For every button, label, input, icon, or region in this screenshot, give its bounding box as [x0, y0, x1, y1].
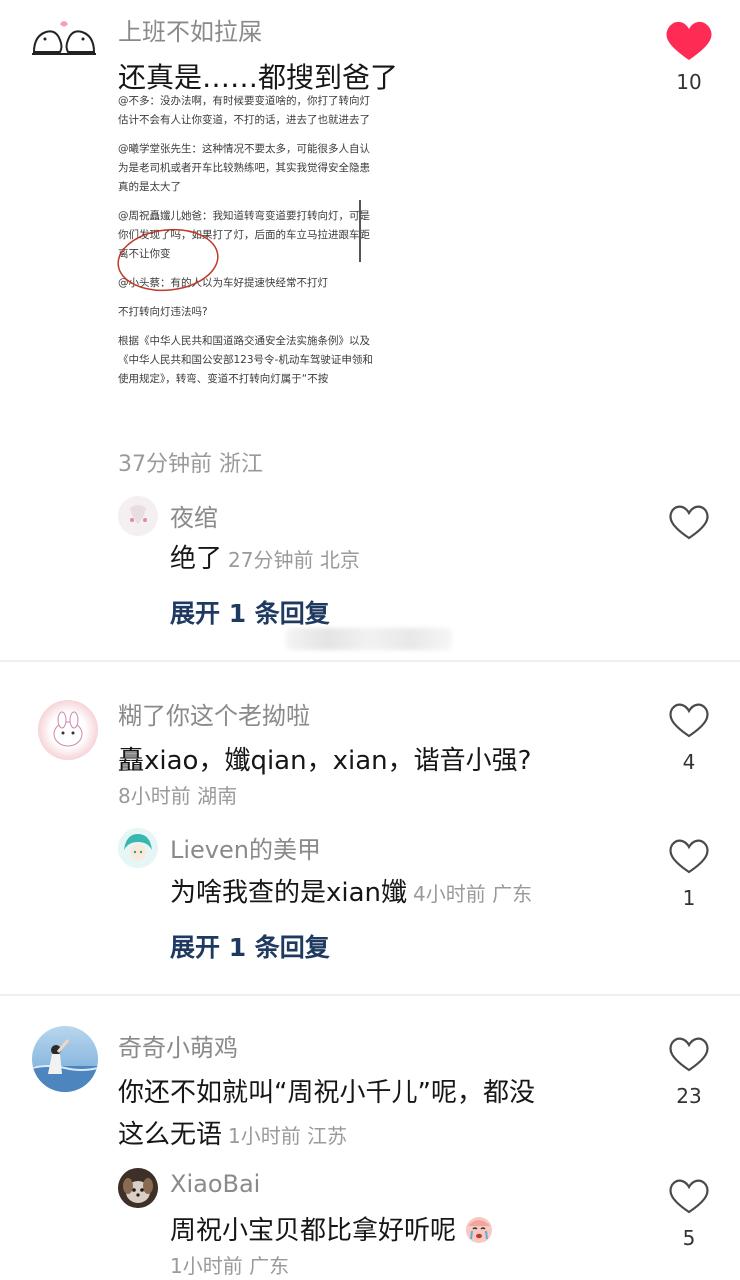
- comment-text-row: 这么无语 1小时前 江苏: [118, 1114, 347, 1151]
- heart-outline-icon: [669, 839, 709, 874]
- blurred-watermark: [286, 628, 452, 650]
- reply-meta: 27分钟前 北京: [228, 548, 360, 572]
- like-button[interactable]: 10: [659, 18, 719, 98]
- reply-username[interactable]: Lieven的美甲: [170, 830, 321, 865]
- comment-username[interactable]: 奇奇小萌鸡: [118, 1028, 238, 1063]
- reply-text: 绝了: [170, 544, 223, 574]
- crying-emoji-icon: [466, 1217, 493, 1243]
- divider: [0, 994, 740, 996]
- reply-username[interactable]: 夜绾: [170, 498, 218, 533]
- like-count: 5: [682, 1226, 696, 1250]
- heart-outline-icon: [669, 703, 709, 738]
- expand-replies-button[interactable]: 展开 1 条回复: [170, 594, 330, 630]
- like-count: 23: [676, 1084, 702, 1108]
- expand-replies-button[interactable]: 展开 1 条回复: [170, 928, 330, 964]
- comment-username[interactable]: 上班不如拉屎: [118, 12, 262, 47]
- comment-username[interactable]: 糊了你这个老拗啦: [118, 696, 310, 731]
- comment-meta: 37分钟前 浙江: [118, 452, 263, 477]
- vertical-mark: [359, 200, 361, 262]
- like-button[interactable]: [659, 502, 719, 542]
- reply-text-row: 周祝小宝贝都比拿好听呢: [170, 1210, 494, 1247]
- avatar[interactable]: [38, 700, 98, 760]
- red-circle-annotation: [117, 228, 219, 292]
- image-text-line: @曦学堂张先生：这种情况不要太多，可能很多人自认为是老司机或者开车比较熟练吧，其…: [118, 143, 370, 193]
- heart-outline-icon: [669, 505, 709, 540]
- like-button[interactable]: 1: [659, 836, 719, 910]
- comment-meta: 1小时前 江苏: [228, 1124, 348, 1148]
- reply-meta: 1小时前 广东: [170, 1254, 290, 1278]
- avatar[interactable]: [30, 14, 98, 60]
- image-text-line: 不打转向灯违法吗?: [118, 306, 208, 318]
- avatar[interactable]: [118, 496, 158, 536]
- comment-text: 还真是……都搜到爸了: [118, 61, 399, 94]
- comment-text: 矗xiao，孅qian，xian，谐音小强?: [118, 746, 532, 776]
- like-button[interactable]: 4: [659, 700, 719, 774]
- reply-text-row: 绝了 27分钟前 北京: [170, 538, 360, 575]
- heart-outline-icon: [669, 1037, 709, 1072]
- avatar[interactable]: [32, 1026, 98, 1092]
- image-text-line: @不多：没办法啊，有时候要变道啥的，你打了转向灯估计不会有人让你变道，不打的话，…: [118, 95, 370, 126]
- image-text-line: 根据《中华人民共和国道路交通安全法实施条例》以及《中华人民共和国公安部123号令…: [118, 335, 373, 385]
- comment-text: 这么无语: [118, 1120, 223, 1150]
- reply-text-row: 为啥我查的是xian孅 4小时前 广东: [170, 872, 532, 909]
- reply-username[interactable]: XiaoBai: [170, 1170, 260, 1198]
- like-count: 1: [682, 886, 696, 910]
- reply-text: 周祝小宝贝都比拿好听呢: [170, 1216, 457, 1246]
- heart-filled-icon: [666, 21, 712, 60]
- avatar[interactable]: [118, 1168, 158, 1208]
- reply-text: 为啥我查的是xian孅: [170, 878, 408, 908]
- divider: [0, 660, 740, 662]
- comment-meta: 8小时前 湖南: [118, 784, 238, 808]
- heart-outline-icon: [669, 1179, 709, 1214]
- like-count: 4: [682, 750, 696, 774]
- like-button[interactable]: 23: [659, 1034, 719, 1108]
- reply-meta: 4小时前 广东: [413, 882, 533, 906]
- like-count: 10: [676, 70, 702, 94]
- comment-text: 你还不如就叫“周祝小千儿”呢，都没: [118, 1078, 535, 1108]
- avatar[interactable]: [118, 828, 158, 868]
- like-button[interactable]: 5: [659, 1176, 719, 1250]
